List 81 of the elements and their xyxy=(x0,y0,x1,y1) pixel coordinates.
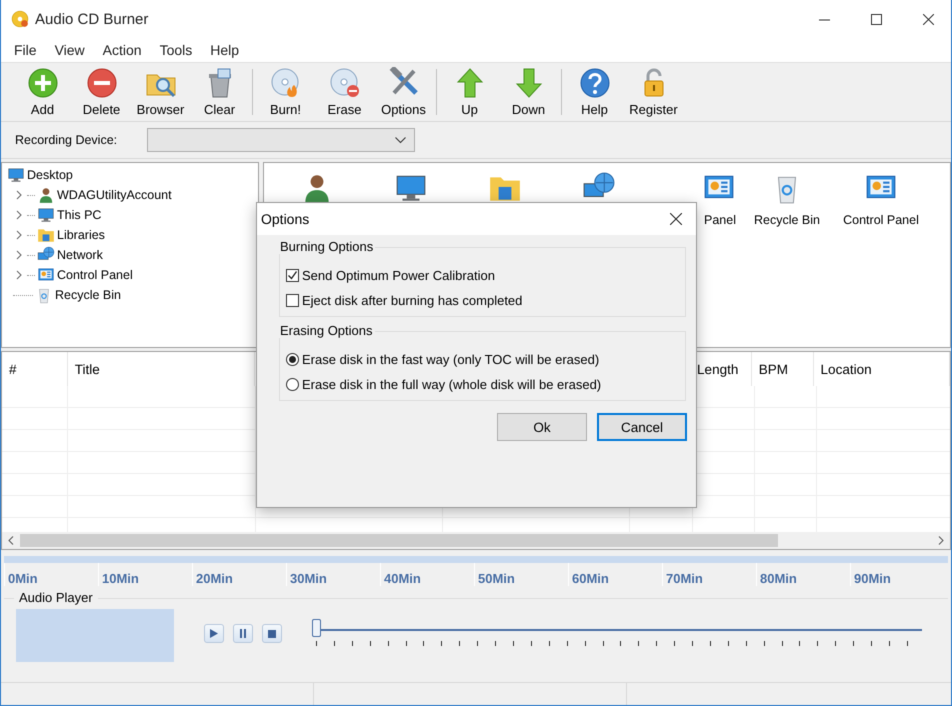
cancel-button[interactable]: Cancel xyxy=(597,413,687,441)
monitor-icon xyxy=(37,206,55,224)
checkbox[interactable] xyxy=(286,269,299,282)
minus-icon xyxy=(86,67,118,99)
scroll-thumb[interactable] xyxy=(20,534,778,547)
help-icon xyxy=(578,67,610,99)
column-header[interactable]: BPM xyxy=(758,362,788,376)
close-icon xyxy=(922,14,934,24)
window-title: Audio CD Burner xyxy=(35,10,150,28)
close-icon xyxy=(670,213,682,225)
column-header[interactable]: Title xyxy=(74,362,100,376)
time-mark: 50Min xyxy=(478,571,515,586)
tree-item[interactable]: This PC xyxy=(57,208,102,222)
time-mark: 20Min xyxy=(196,571,233,586)
chevron-left-icon xyxy=(8,536,14,545)
time-mark: 80Min xyxy=(760,571,797,586)
down-button[interactable]: Down xyxy=(499,67,558,117)
time-mark: 10Min xyxy=(102,571,139,586)
add-button[interactable]: Add xyxy=(13,67,72,117)
time-mark: 60Min xyxy=(572,571,609,586)
options-button[interactable]: Options xyxy=(374,67,433,117)
radio-button[interactable] xyxy=(286,378,299,391)
column-header[interactable]: # xyxy=(9,362,17,376)
checkbox[interactable] xyxy=(286,294,299,307)
time-mark: 90Min xyxy=(854,571,891,586)
menu-item[interactable]: Action xyxy=(94,42,151,58)
tree-item[interactable]: Desktop xyxy=(27,168,73,182)
ok-button[interactable]: Ok xyxy=(497,413,587,441)
file-item-label[interactable]: Recycle Bin xyxy=(754,213,820,227)
dialog-title: Options xyxy=(261,211,310,227)
menu-item[interactable]: File xyxy=(5,42,46,58)
pause-icon xyxy=(239,629,247,638)
pause-button[interactable] xyxy=(233,624,253,643)
tree-item[interactable]: Libraries xyxy=(57,228,105,242)
up-button[interactable]: Up xyxy=(440,67,499,117)
tree-item[interactable]: Recycle Bin xyxy=(55,288,121,302)
menu-item[interactable]: View xyxy=(46,42,94,58)
app-disc-icon xyxy=(11,10,29,28)
stop-icon xyxy=(268,630,276,638)
play-button[interactable] xyxy=(204,624,224,643)
plus-icon xyxy=(26,67,58,99)
burn-button[interactable]: Burn! xyxy=(256,67,315,117)
group-title: Burning Options xyxy=(278,239,376,254)
delete-button[interactable]: Delete xyxy=(72,67,131,117)
disc-minus-icon xyxy=(328,67,360,99)
disc-flame-icon xyxy=(270,67,302,99)
browser-button[interactable]: Browser xyxy=(131,67,190,117)
play-icon xyxy=(210,629,218,638)
stop-button[interactable] xyxy=(262,624,282,643)
radio-button[interactable] xyxy=(286,353,299,366)
menu-item[interactable]: Help xyxy=(201,42,248,58)
clear-button[interactable]: Clear xyxy=(190,67,249,117)
slider-thumb[interactable] xyxy=(312,619,321,637)
maximize-icon xyxy=(870,14,882,24)
column-header[interactable]: Length xyxy=(697,362,738,376)
erase-button[interactable]: Erase xyxy=(315,67,374,117)
file-item-label[interactable]: Panel xyxy=(704,213,736,227)
option-label[interactable]: Erase disk in the full way (whole disk will be erased) xyxy=(302,377,602,392)
time-mark: 30Min xyxy=(290,571,327,586)
group-title: Audio Player xyxy=(14,590,98,605)
tree-item[interactable]: Network xyxy=(57,248,103,262)
option-label[interactable]: Send Optimum Power Calibration xyxy=(302,268,495,283)
user-icon xyxy=(37,186,55,204)
tree-item[interactable]: WDAGUtilityAccount xyxy=(57,188,172,202)
menu-item[interactable]: Tools xyxy=(150,42,202,58)
time-mark: 40Min xyxy=(384,571,421,586)
time-mark: 70Min xyxy=(666,571,703,586)
time-mark: 0Min xyxy=(8,571,38,586)
position-slider[interactable] xyxy=(312,617,922,647)
help-button[interactable]: Help xyxy=(565,67,624,117)
option-label[interactable]: Eject disk after burning has completed xyxy=(302,293,522,308)
option-label[interactable]: Erase disk in the fast way (only TOC will be erased) xyxy=(302,352,600,367)
chevron-right-icon xyxy=(938,536,944,545)
desktop-icon xyxy=(7,166,25,184)
column-header[interactable]: Location xyxy=(820,362,872,376)
field-label: Recording Device: xyxy=(15,133,118,147)
group-title: Erasing Options xyxy=(278,323,374,338)
file-item-label[interactable]: Control Panel xyxy=(843,213,919,227)
register-button[interactable]: Register xyxy=(624,67,683,117)
chevron-down-icon xyxy=(395,136,406,144)
tree-item[interactable]: Control Panel xyxy=(57,268,133,282)
